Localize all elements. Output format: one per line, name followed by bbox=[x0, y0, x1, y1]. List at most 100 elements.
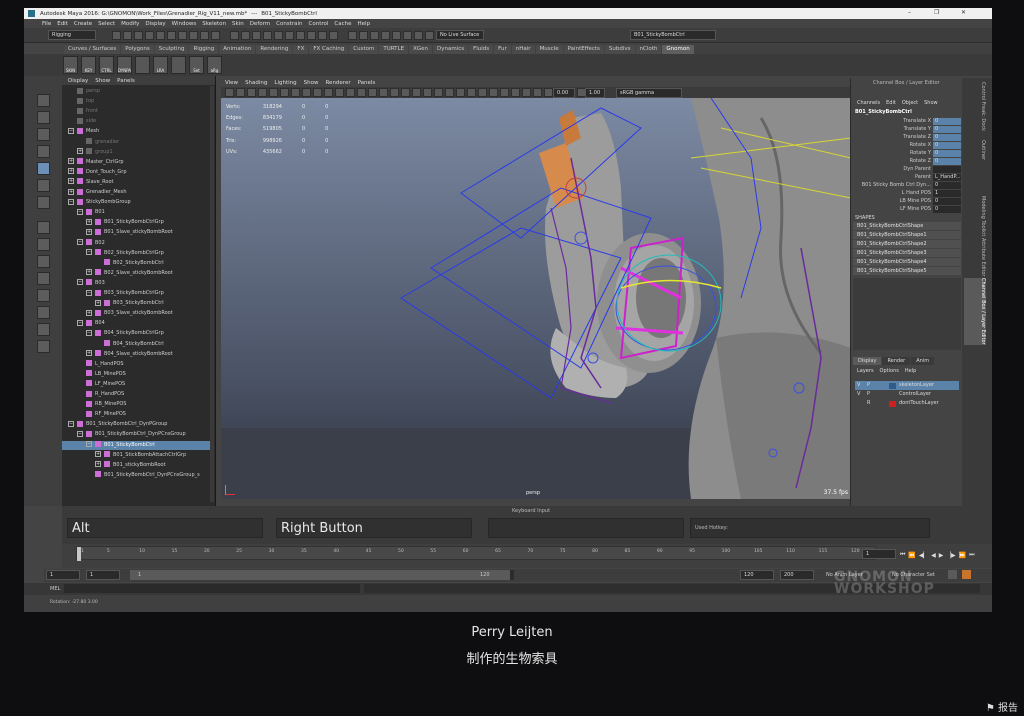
viewport-tool-icon[interactable] bbox=[379, 88, 388, 97]
outliner-item[interactable]: persp bbox=[68, 87, 100, 96]
outliner-item[interactable]: + group1 bbox=[77, 148, 113, 157]
expand-toggle-icon[interactable] bbox=[68, 118, 74, 124]
menu-edit[interactable]: Edit bbox=[57, 21, 68, 27]
status-line-tool-icon[interactable] bbox=[112, 31, 121, 40]
status-line-tool-icon[interactable] bbox=[370, 31, 379, 40]
shelf-tab[interactable]: PaintEffects bbox=[563, 44, 604, 54]
outliner-menu-item[interactable]: Display bbox=[68, 78, 88, 84]
viewport-tool-icon[interactable] bbox=[467, 88, 476, 97]
expand-toggle-icon[interactable] bbox=[77, 391, 83, 397]
outliner-item[interactable]: B02_StickyBombCtrl bbox=[95, 259, 164, 268]
menu-create[interactable]: Create bbox=[74, 21, 92, 27]
viewport-menu-item[interactable]: Panels bbox=[358, 80, 376, 86]
shelf-button-icon[interactable]: LRA bbox=[153, 56, 168, 74]
viewport-tool-icon[interactable] bbox=[225, 88, 234, 97]
shelf-button-icon[interactable] bbox=[171, 56, 186, 74]
side-dock-tab[interactable]: Attribute Editor bbox=[964, 238, 986, 276]
shelf-button-icon[interactable]: Set bbox=[189, 56, 204, 74]
outliner-item[interactable]: − B04_StickyBombCtrlGrp bbox=[86, 329, 164, 338]
shelf-button-icon[interactable]: KEY bbox=[81, 56, 96, 74]
menu-help[interactable]: Help bbox=[358, 21, 371, 27]
viewport-tool-icon[interactable] bbox=[368, 88, 377, 97]
viewport-tool-icon[interactable] bbox=[489, 88, 498, 97]
channel-attribute[interactable]: LB Mine POS 0 bbox=[851, 198, 963, 206]
attribute-value[interactable]: 0 bbox=[933, 158, 961, 165]
status-line-tool-icon[interactable] bbox=[241, 31, 250, 40]
status-line-tool-icon[interactable] bbox=[403, 31, 412, 40]
outliner-item[interactable]: R_HandPOS bbox=[77, 390, 124, 399]
live-surface-field[interactable]: No Live Surface bbox=[436, 30, 484, 40]
status-line-tool-icon[interactable] bbox=[381, 31, 390, 40]
layer-menu-item[interactable]: Options bbox=[880, 368, 899, 374]
attribute-value[interactable] bbox=[933, 166, 961, 173]
layer-playback-toggle[interactable]: P bbox=[867, 390, 889, 399]
status-line-tool-icon[interactable] bbox=[359, 31, 368, 40]
shelf-tab[interactable]: nHair bbox=[511, 44, 535, 54]
shelf-button-icon[interactable]: SKIN bbox=[63, 56, 78, 74]
shelf-tab[interactable]: Dynamics bbox=[432, 44, 469, 54]
channel-box-menu-item[interactable]: Edit bbox=[886, 100, 896, 106]
expand-toggle-icon[interactable]: + bbox=[95, 299, 101, 306]
step-back-key-icon[interactable]: ⏪ bbox=[908, 552, 915, 559]
channel-attribute[interactable]: Rotate Y0 bbox=[851, 150, 963, 158]
display-layer[interactable]: V P ControlLayer bbox=[855, 390, 959, 399]
expand-toggle-icon[interactable]: − bbox=[86, 441, 92, 447]
status-line-tool-icon[interactable] bbox=[252, 31, 261, 40]
side-dock-tab[interactable]: Modeling Toolkit bbox=[964, 196, 986, 236]
expand-toggle-icon[interactable] bbox=[77, 380, 83, 386]
viewport-tool-icon[interactable] bbox=[544, 88, 553, 97]
channel-box-menu-item[interactable]: Object bbox=[902, 100, 918, 106]
shelf-tab[interactable]: Custom bbox=[349, 44, 379, 54]
status-line-tool-icon[interactable] bbox=[178, 31, 187, 40]
exposure-field[interactable]: 0.00 bbox=[553, 88, 575, 98]
expand-toggle-icon[interactable] bbox=[77, 138, 83, 144]
status-line-tool-icon[interactable] bbox=[285, 31, 294, 40]
outliner-item[interactable]: LB_MinePOS bbox=[77, 370, 126, 379]
outliner-scrollbar[interactable] bbox=[210, 86, 214, 502]
viewport[interactable]: Verts: 318294 0 0 Edges: 834179 0 0 Faces: 519805… bbox=[221, 98, 851, 499]
shelf-tab[interactable]: nCloth bbox=[635, 44, 662, 54]
viewport-menu-item[interactable]: Renderer bbox=[325, 80, 350, 86]
step-forward-key-icon[interactable]: ⏩ bbox=[959, 552, 966, 559]
menu-control[interactable]: Control bbox=[309, 21, 329, 27]
outliner-item[interactable]: + Slave_Root bbox=[68, 178, 114, 187]
expand-toggle-icon[interactable] bbox=[77, 360, 83, 366]
shelf-tab[interactable]: FX Caching bbox=[309, 44, 349, 54]
expand-toggle-icon[interactable] bbox=[68, 108, 74, 114]
status-line-tool-icon[interactable] bbox=[200, 31, 209, 40]
menu-display[interactable]: Display bbox=[145, 21, 165, 27]
viewport-tool-icon[interactable] bbox=[522, 88, 531, 97]
layer-color-swatch[interactable] bbox=[889, 400, 896, 407]
shelf-tab[interactable]: Fluids bbox=[469, 44, 494, 54]
expand-toggle-icon[interactable] bbox=[68, 98, 74, 104]
outliner-menu-item[interactable]: Panels bbox=[117, 78, 135, 84]
outliner-item[interactable]: + B01_StickBombAttachCtrlGrp bbox=[95, 451, 186, 460]
play-forward-icon[interactable]: ▶ bbox=[939, 552, 944, 559]
outliner-item[interactable]: − B03 bbox=[77, 279, 105, 288]
range-track[interactable]: 1 120 bbox=[130, 570, 514, 580]
layout-custom-icon[interactable] bbox=[36, 323, 50, 336]
viewport-tool-icon[interactable] bbox=[390, 88, 399, 97]
viewport-menu-item[interactable]: Shading bbox=[245, 80, 267, 86]
status-line-tool-icon[interactable] bbox=[167, 31, 176, 40]
start-time-field[interactable]: 1 bbox=[46, 570, 80, 580]
range-bar[interactable] bbox=[130, 570, 510, 580]
viewport-tool-icon[interactable] bbox=[346, 88, 355, 97]
layer-playback-toggle[interactable]: P bbox=[867, 381, 889, 390]
outliner-item[interactable]: − B02_StickyBombCtrlGrp bbox=[86, 249, 164, 258]
expand-toggle-icon[interactable]: − bbox=[77, 208, 83, 215]
menu-windows[interactable]: Windows bbox=[172, 21, 197, 27]
status-line-tool-icon[interactable] bbox=[123, 31, 132, 40]
layer-menu-item[interactable]: Layers bbox=[857, 368, 874, 374]
viewport-tool-icon[interactable] bbox=[357, 88, 366, 97]
lasso-tool-icon[interactable] bbox=[36, 111, 50, 124]
menu-file[interactable]: File bbox=[42, 21, 51, 27]
outliner-item[interactable]: L_HandPOS bbox=[77, 360, 124, 369]
channel-box-menu-item[interactable]: Show bbox=[924, 100, 938, 106]
outliner-item[interactable]: + B04_Slave_stickyBombRoot bbox=[86, 350, 173, 359]
status-line-tool-icon[interactable] bbox=[189, 31, 198, 40]
menu-cache[interactable]: Cache bbox=[334, 21, 351, 27]
channel-attribute[interactable]: Translate X0 bbox=[851, 118, 963, 126]
viewport-menu-item[interactable]: Lighting bbox=[274, 80, 296, 86]
time-slider-track[interactable]: 1 5 10 15 20 25 30 35 40 45 50 55 60 65 70 75 80 85 90 95 10… bbox=[76, 546, 876, 561]
